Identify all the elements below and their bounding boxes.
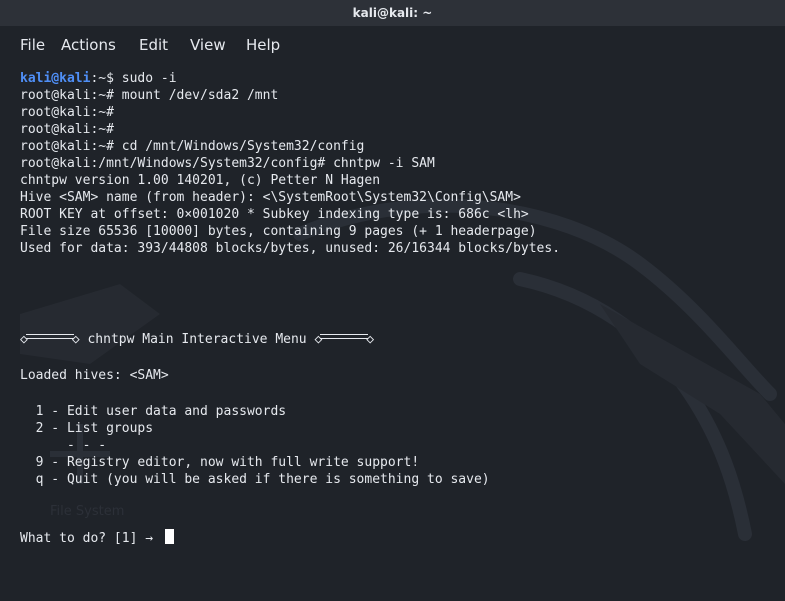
menu-view[interactable]: View <box>190 36 226 54</box>
prompt-path: :~$ <box>90 71 122 86</box>
terminal-line: Used for data: 393/44808 blocks/bytes, u… <box>20 241 561 256</box>
menu-edit[interactable]: Edit <box>139 36 168 54</box>
menu-bar: File Actions Edit View Help <box>0 26 785 64</box>
text-cursor[interactable] <box>164 529 174 544</box>
terminal-line: root@kali:~# mount /dev/sda2 /mnt <box>20 88 279 103</box>
menu-help[interactable]: Help <box>246 36 280 54</box>
input-prompt-line[interactable]: What to do? [1] → <box>20 529 174 546</box>
terminal-line: root@kali:~# <box>20 105 114 120</box>
terminal-line: root@kali:~# cd /mnt/Windows/System32/co… <box>20 139 365 154</box>
menu-option: 1 - Edit user data and passwords <box>20 404 287 419</box>
menu-file[interactable]: File <box>20 36 45 54</box>
menu-diamond-icon: ◇ <box>71 332 80 347</box>
menu-rule <box>320 334 369 339</box>
prompt-user: kali@kali <box>20 71 91 86</box>
loaded-hives: Loaded hives: <SAM> <box>20 368 169 383</box>
menu-actions[interactable]: Actions <box>61 36 116 54</box>
terminal-line: root@kali:~# <box>20 122 114 137</box>
menu-option: q - Quit (you will be asked if there is … <box>20 472 490 487</box>
terminal-line: ROOT KEY at offset: 0×001020 * Subkey in… <box>20 207 529 222</box>
menu-option-separator: - - - <box>20 438 107 453</box>
terminal-line: root@kali:/mnt/Windows/System32/config# … <box>20 156 435 171</box>
title-bar: kali@kali: ~ <box>0 0 785 26</box>
terminal-line-prompt: kali@kali:~$ sudo -i <box>20 70 177 87</box>
terminal-line: chntpw version 1.00 140201, (c) Petter N… <box>20 173 381 188</box>
terminal-line: File size 65536 [10000] bytes, containin… <box>20 224 537 239</box>
menu-title-text: chntpw Main Interactive Menu <box>79 332 315 347</box>
terminal-line: Hive <SAM> name (from header): <\SystemR… <box>20 190 521 205</box>
menu-option: 9 - Registry editor, now with full write… <box>20 455 420 470</box>
window-title: kali@kali: ~ <box>352 6 433 20</box>
menu-diamond-icon: ◇ <box>366 332 375 347</box>
chntpw-menu-title: ◇ ◇ chntpw Main Interactive Menu ◇ ◇ <box>20 331 374 348</box>
menu-option: 2 - List groups <box>20 421 154 436</box>
prompt-command: sudo -i <box>121 71 177 86</box>
desktop-ghost-label: File System <box>50 504 125 519</box>
terminal-output-area[interactable]: File System kali@kali:~$ sudo -i root@ka… <box>0 64 785 601</box>
terminal-window: kali@kali: ~ File Actions Edit View Help… <box>0 0 785 601</box>
menu-rule <box>25 334 74 339</box>
input-prompt: What to do? [1] → <box>20 531 161 546</box>
